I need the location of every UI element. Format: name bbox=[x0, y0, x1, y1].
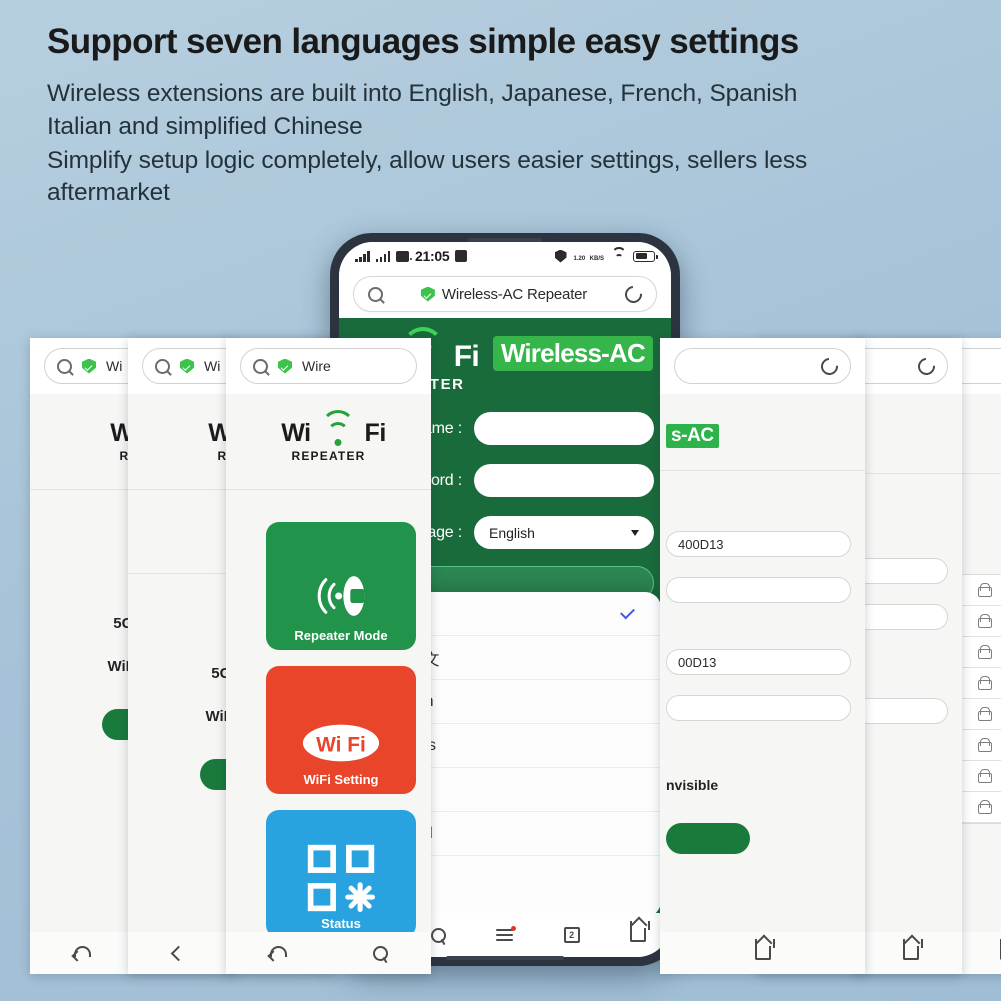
back-icon[interactable] bbox=[269, 946, 288, 960]
card3-tile-repeater[interactable]: Repeater Mode bbox=[266, 522, 416, 650]
headline-block: Support seven languages simple easy sett… bbox=[47, 22, 987, 210]
brand-fi: Fi bbox=[453, 340, 480, 373]
reload-icon[interactable] bbox=[914, 354, 939, 378]
subtitle-line-1: Wireless extensions are built into Engli… bbox=[47, 80, 798, 108]
shield-check-icon bbox=[82, 358, 96, 374]
menu-icon[interactable] bbox=[496, 926, 517, 941]
card4-form: 400D13 00D13 nvisible bbox=[660, 471, 865, 854]
card3-tile-status-label: Status bbox=[321, 916, 361, 931]
card3-url-text: Wire bbox=[302, 358, 331, 374]
screenshot-card-4[interactable]: s-AC 400D13 00D13 nvisible bbox=[660, 338, 865, 974]
tabs-icon[interactable]: 2 bbox=[563, 927, 580, 943]
wifi-cloud-icon: Wi Fi bbox=[302, 724, 380, 762]
shield-check-icon bbox=[420, 286, 435, 302]
subtitle-line-2: Italian and simplified Chinese bbox=[47, 112, 363, 140]
browser-url-pill[interactable]: Wireless-AC Repeater bbox=[353, 276, 657, 312]
data-rate-icon: 1.20 KB/S bbox=[574, 247, 604, 265]
battery-icon bbox=[633, 250, 658, 262]
wifi-arcs-icon bbox=[320, 410, 356, 446]
check-icon bbox=[620, 604, 635, 620]
shield-icon bbox=[554, 249, 567, 263]
home-icon[interactable] bbox=[754, 946, 771, 960]
card3-search-pill[interactable]: Wire bbox=[240, 348, 417, 384]
page-root: Support seven languages simple easy sett… bbox=[0, 0, 1001, 1001]
password-input[interactable] bbox=[474, 464, 654, 497]
card3-tile-repeater-label: Repeater Mode bbox=[294, 628, 388, 643]
card4-input-2[interactable] bbox=[666, 577, 851, 603]
browser-url-text: Wireless-AC Repeater bbox=[441, 285, 588, 303]
page-subtitle: Wireless extensions are built into Engli… bbox=[47, 78, 987, 209]
card2-url-text: Wi bbox=[204, 358, 221, 374]
card3-search-bar[interactable]: Wire bbox=[226, 338, 431, 394]
card3-body: Wi Fi REPEATER Repeater Mode Wi Fi WiFi … bbox=[226, 394, 431, 938]
reload-icon[interactable] bbox=[621, 282, 646, 306]
card4-input-3[interactable]: 00D13 bbox=[666, 649, 851, 675]
username-input[interactable] bbox=[474, 412, 654, 445]
card3-tile-wifi-setting-label: WiFi Setting bbox=[303, 772, 379, 787]
home-icon[interactable] bbox=[629, 928, 646, 942]
card3-nav-bar[interactable] bbox=[226, 932, 431, 974]
lock-icon bbox=[978, 676, 992, 690]
chevron-down-icon bbox=[631, 529, 639, 536]
card3-tile-wifi-setting[interactable]: Wi Fi WiFi Setting bbox=[266, 666, 416, 794]
lock-icon bbox=[978, 583, 992, 597]
search-icon bbox=[57, 358, 72, 374]
card4-note: nvisible bbox=[666, 777, 719, 793]
page-title: Support seven languages simple easy sett… bbox=[47, 22, 799, 61]
wireless-ac-badge: Wireless-AC bbox=[492, 336, 653, 371]
lock-icon bbox=[978, 738, 992, 752]
sim-card-icon bbox=[396, 250, 412, 262]
lock-icon bbox=[978, 645, 992, 659]
subtitle-line-4: aftermarket bbox=[47, 179, 170, 207]
alarm-icon bbox=[455, 250, 468, 262]
qr-status-icon bbox=[307, 844, 376, 913]
signal-bars-icon bbox=[355, 250, 370, 262]
screenshot-card-3[interactable]: Wire Wi Fi REPEATER Repeater Mode Wi Fi … bbox=[226, 338, 431, 974]
data-rate-unit: KB/S bbox=[589, 256, 604, 262]
card3-logo-wi: Wi bbox=[281, 419, 311, 447]
card1-url-text: Wi bbox=[106, 358, 123, 374]
search-icon bbox=[253, 358, 268, 374]
card4-input-1[interactable]: 400D13 bbox=[666, 531, 851, 557]
lock-icon bbox=[978, 707, 992, 721]
card3-logo-sub: REPEATER bbox=[291, 449, 366, 463]
svg-text:Wi Fi: Wi Fi bbox=[316, 734, 366, 757]
subtitle-line-3: Simplify setup logic completely, allow u… bbox=[47, 146, 808, 174]
language-select-value: English bbox=[489, 524, 535, 541]
search-icon[interactable] bbox=[372, 945, 388, 961]
card3-tiles: Repeater Mode Wi Fi WiFi Setting Status bbox=[226, 490, 431, 938]
card4-search-bar[interactable] bbox=[660, 338, 865, 394]
card4-input-4[interactable] bbox=[666, 695, 851, 721]
wifi-icon bbox=[611, 246, 626, 262]
reload-icon[interactable] bbox=[817, 354, 842, 378]
signal-bars-icon bbox=[375, 250, 390, 262]
data-rate-value: 1.20 bbox=[573, 256, 586, 262]
lock-icon bbox=[978, 614, 992, 628]
status-bar: 21:05 1.20 KB/S bbox=[339, 242, 671, 270]
search-icon bbox=[155, 358, 170, 374]
browser-bar[interactable]: Wireless-AC Repeater bbox=[339, 270, 671, 318]
card4-search-pill[interactable] bbox=[674, 348, 851, 384]
shield-check-icon bbox=[180, 358, 194, 374]
card4-body: s-AC 400D13 00D13 nvisible bbox=[660, 394, 865, 932]
card4-badge-row: s-AC bbox=[660, 394, 865, 448]
home-icon[interactable] bbox=[902, 946, 919, 960]
card3-logo-fi: Fi bbox=[364, 419, 387, 447]
card4-action-button[interactable] bbox=[666, 823, 750, 854]
repeater-icon bbox=[317, 576, 365, 616]
card4-nav-bar[interactable] bbox=[660, 932, 865, 974]
shield-check-icon bbox=[278, 358, 292, 374]
status-bar-clock: 21:05 bbox=[415, 248, 450, 264]
card4-badge: s-AC bbox=[666, 424, 719, 448]
search-icon[interactable] bbox=[431, 927, 447, 943]
lock-icon bbox=[978, 769, 992, 783]
back-icon[interactable] bbox=[170, 945, 187, 961]
card3-logo: Wi Fi REPEATER bbox=[226, 394, 431, 463]
lock-icon bbox=[978, 800, 992, 814]
back-icon[interactable] bbox=[73, 946, 92, 960]
search-icon[interactable] bbox=[368, 286, 383, 302]
card3-tile-status[interactable]: Status bbox=[266, 810, 416, 938]
language-select[interactable]: English bbox=[474, 516, 654, 549]
